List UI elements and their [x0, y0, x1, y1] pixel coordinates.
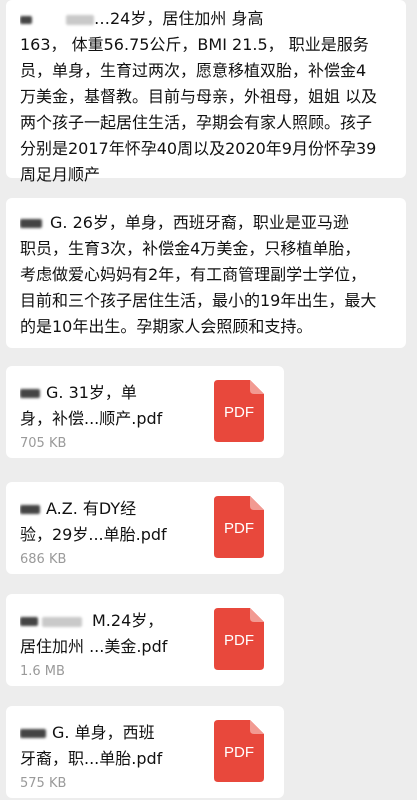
pdf-file-icon: PDF — [214, 608, 264, 670]
file-attachment-3[interactable]: M.24岁， 居住加州 ...美金.pdf 1.6 MB PDF — [6, 594, 284, 686]
file-name-line-1: A.Z. 有DY经 — [20, 496, 195, 522]
redacted-name — [42, 616, 82, 627]
file-attachment-4[interactable]: G. 单身，西班 牙裔，职...单胎.pdf 575 KB PDF — [6, 706, 284, 798]
redacted-name — [66, 14, 94, 25]
message-1-line-2: 163， 体重56.75公斤，BMI 21.5， 职业是服务 — [20, 35, 369, 54]
redacted-name — [20, 15, 32, 24]
message-2-line-3: 考虑做爱心妈妈有2年，有工商管理副学士学位， — [20, 265, 367, 284]
message-1-line-1: …24岁，居住加州 身高 — [20, 6, 392, 32]
file-name-line-1: G. 31岁，单 — [20, 380, 195, 406]
pdf-icon-label: PDF — [224, 744, 254, 761]
file-name-line-1: M.24岁， — [20, 608, 195, 634]
redacted-name — [20, 219, 42, 228]
pdf-icon-label: PDF — [224, 632, 254, 649]
message-1-line-4: 万美金，基督教。目前与母亲，外祖母，姐姐 以及 — [20, 87, 378, 106]
pdf-file-icon: PDF — [214, 380, 264, 442]
message-1-line-6: 分别是2017年怀孕40周以及2020年9月份怀孕39 — [20, 139, 377, 158]
pdf-file-icon: PDF — [214, 496, 264, 558]
redacted-name — [20, 505, 40, 514]
file-name-line-2: 居住加州 ...美金.pdf — [20, 637, 168, 656]
file-name-line-1: G. 单身，西班 — [20, 720, 195, 746]
message-bubble-2[interactable]: G. 26岁，单身，西班牙裔，职业是亚马逊 职员，生育3次，补偿金4万美金，只移… — [6, 198, 406, 348]
redacted-name — [20, 617, 38, 626]
message-1-line-3: 员，单身，生育过两次，愿意移植双胎，补偿金4 — [20, 61, 367, 80]
pdf-file-icon: PDF — [214, 720, 264, 782]
pdf-icon-label: PDF — [224, 404, 254, 421]
redacted-name — [20, 389, 40, 398]
file-name-line-2: 牙裔，职...单胎.pdf — [20, 749, 163, 768]
pdf-icon-label: PDF — [224, 520, 254, 537]
file-name-line-2: 身，补偿...顺产.pdf — [20, 409, 163, 428]
message-2-line-4: 目前和三个孩子居住生活，最小的19年出生，最大 — [20, 291, 377, 310]
message-bubble-1[interactable]: …24岁，居住加州 身高 163， 体重56.75公斤，BMI 21.5， 职业… — [6, 0, 406, 184]
message-2-line-1: G. 26岁，单身，西班牙裔，职业是亚马逊 — [20, 210, 392, 236]
file-name-line-2: 验，29岁...单胎.pdf — [20, 525, 167, 544]
file-attachment-2[interactable]: A.Z. 有DY经 验，29岁...单胎.pdf 686 KB PDF — [6, 482, 284, 574]
message-2-line-2: 职员，生育3次，补偿金4万美金，只移植单胎， — [20, 239, 361, 258]
redacted-name — [20, 729, 46, 738]
message-1-line-5: 两个孩子一起居住生活，孕期会有家人照顾。孩子 — [20, 113, 373, 132]
message-1-line-7: 周足月顺产 — [20, 165, 101, 184]
message-2-line-5: 的是10年出生。孕期家人会照顾和支持。 — [20, 317, 313, 336]
file-attachment-1[interactable]: G. 31岁，单 身，补偿...顺产.pdf 705 KB PDF — [6, 366, 284, 458]
